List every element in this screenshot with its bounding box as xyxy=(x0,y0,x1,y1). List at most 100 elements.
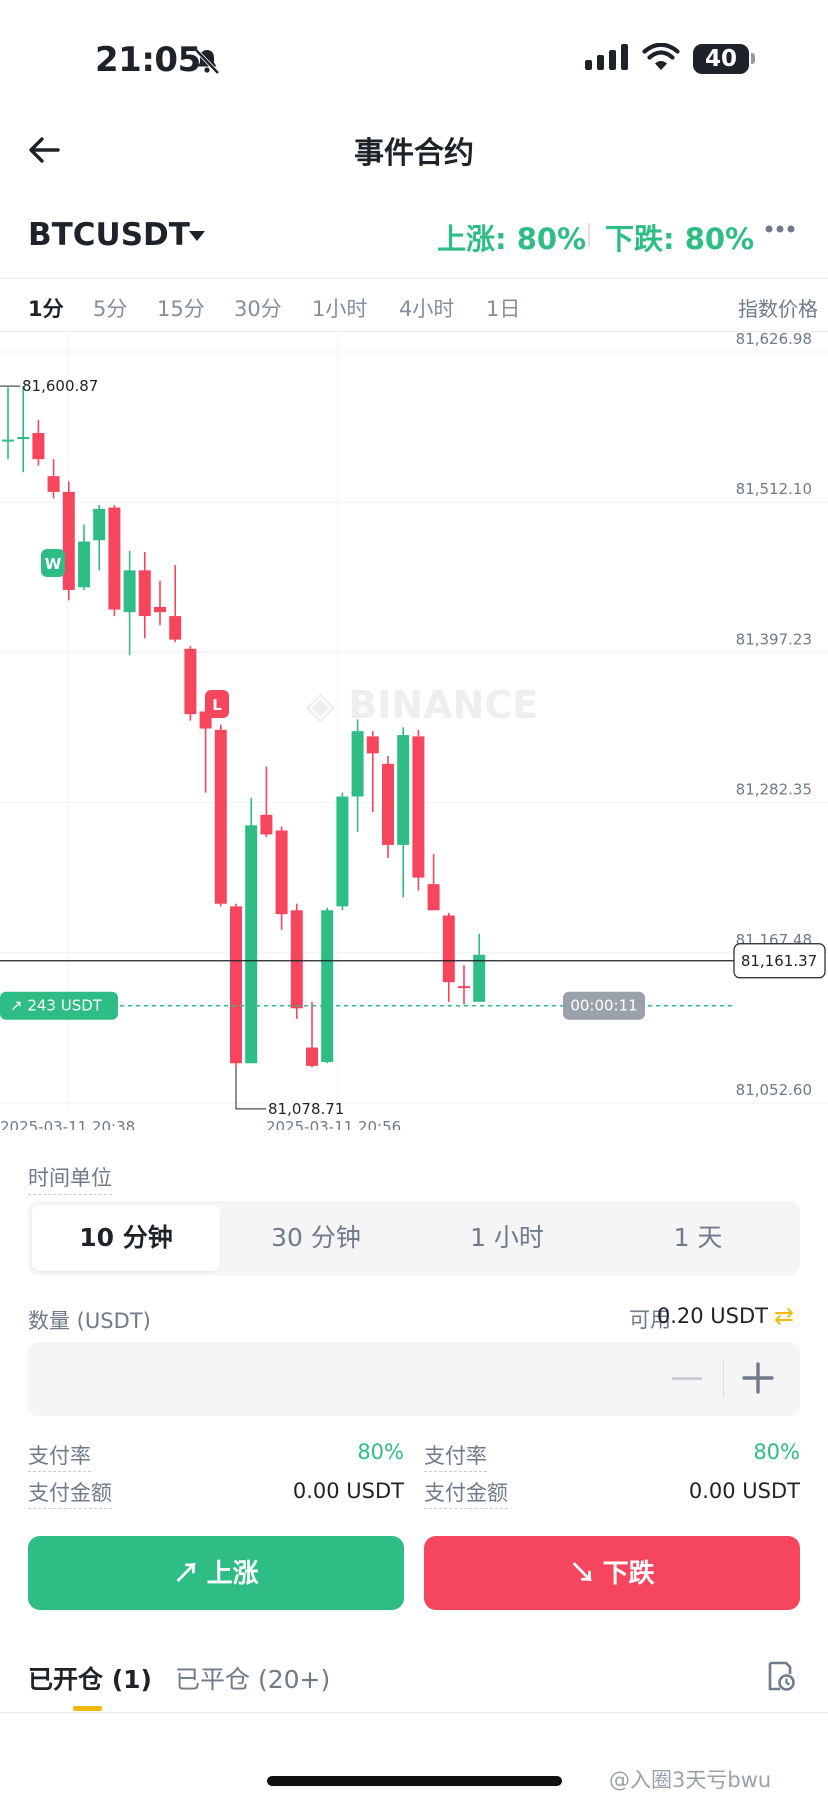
candle-body xyxy=(245,825,258,1064)
tab-30m[interactable]: 30分 xyxy=(234,293,282,323)
candle-body xyxy=(93,508,106,541)
home-indicator[interactable] xyxy=(267,1776,562,1786)
symbol-selector[interactable]: BTCUSDT xyxy=(28,217,190,253)
minus-button[interactable] xyxy=(672,1377,702,1380)
binance-watermark: ◈ BINANCE xyxy=(306,683,538,727)
divider xyxy=(0,1712,828,1713)
candle-body xyxy=(62,491,75,590)
candle-body xyxy=(230,906,242,1064)
candle-body xyxy=(169,616,182,640)
time-unit-1h[interactable]: 1 小时 xyxy=(413,1205,601,1271)
loss-marker-label: L xyxy=(212,696,222,714)
watermark: @入圈3天亏bwu xyxy=(609,1768,772,1792)
tab-5m[interactable]: 5分 xyxy=(93,293,127,323)
y-tick-label: 81,282.35 xyxy=(736,781,812,799)
candle-body xyxy=(473,954,486,1002)
available-balance: 0.20 USDT xyxy=(656,1304,768,1328)
swap-icon[interactable]: ⇄ xyxy=(774,1304,794,1328)
battery-nub xyxy=(751,53,755,64)
active-tab-indicator xyxy=(73,1706,102,1711)
candle-body xyxy=(382,763,394,845)
countdown-label: 00:00:11 xyxy=(570,997,637,1015)
divider xyxy=(588,223,590,247)
time-unit-10m[interactable]: 10 分钟 xyxy=(32,1205,220,1271)
candle-body xyxy=(108,507,121,610)
index-price-toggle[interactable]: 指数价格 xyxy=(738,293,818,322)
plus-button[interactable] xyxy=(740,1358,776,1398)
candle-body xyxy=(306,1047,318,1066)
divider xyxy=(723,1360,724,1398)
x-tick-label: 2025-03-11 20:38 xyxy=(0,1118,135,1130)
history-icon[interactable] xyxy=(766,1660,796,1692)
y-tick-label: 81,626.98 xyxy=(736,332,812,348)
cell-signal-icon xyxy=(585,44,628,70)
payout-rate-left: 80% xyxy=(357,1440,404,1464)
arrow-down-right-icon: ↘ xyxy=(569,1558,603,1588)
candle-body xyxy=(138,570,151,617)
candle-body xyxy=(290,910,303,1009)
candle-body xyxy=(275,830,288,915)
tab-1d[interactable]: 1日 xyxy=(486,293,520,323)
time-unit-label: 时间单位 xyxy=(28,1162,112,1195)
status-time: 21:05 xyxy=(95,40,201,80)
tab-15m[interactable]: 15分 xyxy=(157,293,205,323)
up-button[interactable]: ↗ 上涨 xyxy=(28,1536,404,1610)
price-chart[interactable]: 81,626.98 81,512.10 81,397.23 81,282.35 81,1… xyxy=(0,332,828,1130)
tab-4h[interactable]: 4小时 xyxy=(399,293,454,323)
y-tick-label: 81,512.10 xyxy=(736,480,812,498)
candle-body xyxy=(78,541,90,588)
payout-amount-label-left: 支付金额 xyxy=(28,1477,112,1509)
candle-body xyxy=(184,648,197,715)
payout-amount-right: 0.00 USDT xyxy=(688,1479,800,1503)
divider xyxy=(0,278,828,279)
candle-body xyxy=(427,884,440,911)
x-tick-label: 2025-03-11 20:56 xyxy=(266,1118,401,1130)
quantity-label: 数量 (USDT) xyxy=(28,1309,151,1333)
time-unit-30m[interactable]: 30 分钟 xyxy=(222,1205,410,1271)
candle-body xyxy=(366,736,379,754)
y-tick-label: 81,052.60 xyxy=(736,1081,812,1099)
candle-body xyxy=(336,796,349,907)
candle-body xyxy=(321,910,334,1062)
tab-1h[interactable]: 1小时 xyxy=(312,293,367,323)
arrow-up-right-icon: ↗ xyxy=(173,1558,207,1588)
position-tag-label: ↗ 243 USDT xyxy=(10,997,103,1015)
tab-1m[interactable]: 1分 xyxy=(28,293,64,323)
time-unit-1d[interactable]: 1 天 xyxy=(604,1205,792,1271)
win-marker-label: W xyxy=(45,555,62,573)
up-button-label: 上涨 xyxy=(206,1558,259,1588)
candle-body xyxy=(2,439,14,442)
low-price-label: 81,078.71 xyxy=(268,1100,344,1118)
caret-down-icon[interactable] xyxy=(188,230,206,242)
candle-body xyxy=(458,986,470,989)
tab-closed-positions[interactable]: 已平仓 (20+) xyxy=(175,1660,330,1696)
page-title: 事件合约 xyxy=(354,136,474,171)
candle-body xyxy=(351,731,364,797)
down-button-label: 下跌 xyxy=(602,1558,655,1588)
battery-indicator: 40 xyxy=(693,44,749,74)
candle-body xyxy=(47,476,60,492)
payout-rate-label-left: 支付率 xyxy=(28,1440,91,1472)
candle-body xyxy=(214,729,227,904)
payout-amount-label-right: 支付金额 xyxy=(424,1477,508,1509)
down-button[interactable]: ↘ 下跌 xyxy=(424,1536,800,1610)
payout-rate-right: 80% xyxy=(753,1440,800,1464)
bell-muted-icon xyxy=(194,48,220,75)
candle-body xyxy=(412,736,425,878)
current-price-label: 81,161.37 xyxy=(741,952,817,970)
payout-amount-left: 0.00 USDT xyxy=(292,1479,404,1503)
wifi-icon xyxy=(642,43,680,70)
candle-body xyxy=(17,436,30,439)
tab-open-positions[interactable]: 已开仓 (1) xyxy=(28,1660,152,1696)
up-rate: 上涨: 80% xyxy=(437,222,587,256)
candle-body xyxy=(32,433,45,460)
candle-body xyxy=(397,735,410,845)
high-price-label: 81,600.87 xyxy=(22,377,98,395)
y-tick-label: 81,397.23 xyxy=(736,630,812,648)
candle-body xyxy=(123,570,136,613)
candle-body xyxy=(260,814,273,835)
payout-rate-label-right: 支付率 xyxy=(424,1440,487,1472)
candle-body xyxy=(154,606,166,613)
more-icon[interactable] xyxy=(765,225,795,233)
candle-body xyxy=(442,915,455,983)
